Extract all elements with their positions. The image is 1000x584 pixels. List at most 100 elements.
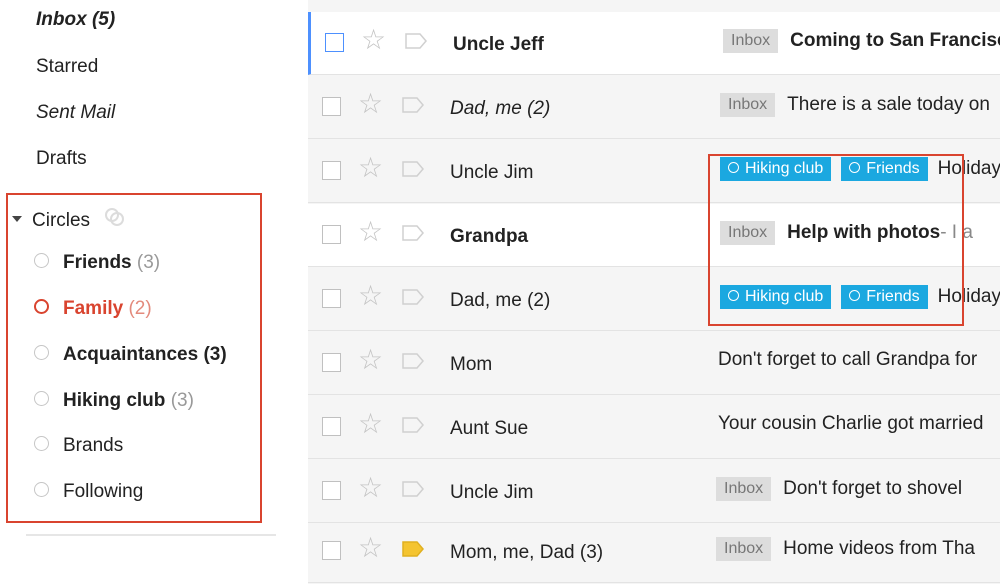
circle-count: (2)	[128, 298, 152, 319]
row-content: Your cousin Charlie got married	[718, 413, 983, 435]
importance-marker-icon[interactable]	[402, 97, 424, 118]
nav-inbox[interactable]: Inbox (5)	[36, 9, 115, 31]
row-content: Inbox Coming to San Francisco	[723, 29, 1000, 53]
circle-item-brands[interactable]: Brands	[34, 435, 123, 457]
sidebar-divider	[26, 534, 276, 536]
circle-ring-icon	[728, 290, 739, 302]
table-row[interactable]: ☆ Uncle Jim Inbox Don't forget to shovel	[308, 460, 1000, 523]
nav-inbox-label: Inbox	[36, 9, 87, 30]
row-checkbox[interactable]	[322, 225, 341, 244]
caret-down-icon[interactable]	[12, 216, 22, 222]
importance-marker-icon[interactable]	[402, 225, 424, 246]
circles-icon	[103, 205, 127, 235]
circles-header[interactable]: Circles	[12, 206, 127, 236]
importance-marker-icon[interactable]	[402, 417, 424, 438]
row-sender: Uncle Jeff	[453, 34, 544, 55]
inbox-badge: Inbox	[723, 29, 779, 53]
importance-marker-icon[interactable]	[405, 33, 427, 54]
star-icon[interactable]: ☆	[358, 410, 383, 438]
row-content: Hiking club Friends Holiday	[720, 157, 1000, 181]
nav-starred[interactable]: Starred	[36, 56, 98, 78]
row-content: Don't forget to call Grandpa for	[718, 349, 977, 371]
row-sender: Aunt Sue	[450, 418, 529, 439]
table-row[interactable]: ☆ Uncle Jeff Inbox Coming to San Francis…	[308, 12, 1000, 75]
importance-marker-icon[interactable]	[402, 289, 424, 310]
circle-count: (3)	[136, 252, 161, 273]
circle-item-family[interactable]: Family (2)	[34, 298, 152, 320]
circle-item-friends[interactable]: Friends (3)	[34, 252, 160, 274]
row-content: Hiking club Friends Holiday	[720, 285, 1000, 309]
importance-marker-icon[interactable]	[402, 161, 424, 182]
mail-list: ☆ Uncle Jeff Inbox Coming to San Francis…	[308, 0, 1000, 584]
star-icon[interactable]: ☆	[358, 154, 383, 182]
circle-badge-hiking-club[interactable]: Hiking club	[720, 157, 832, 181]
row-sender: Uncle Jim	[450, 482, 534, 503]
circle-badge-friends[interactable]: Friends	[841, 157, 928, 181]
circle-badge-label: Hiking club	[745, 160, 824, 177]
circle-ring-icon	[34, 436, 49, 452]
circle-count: (3)	[170, 390, 194, 411]
table-row[interactable]: ☆ Aunt Sue Your cousin Charlie got marri…	[308, 396, 1000, 459]
circle-item-following[interactable]: Following	[34, 481, 143, 503]
table-row[interactable]: ☆ Mom, me, Dad (3) Inbox Home videos fro…	[308, 520, 1000, 583]
row-checkbox[interactable]	[322, 161, 341, 180]
nav-drafts[interactable]: Drafts	[36, 148, 87, 170]
star-icon[interactable]: ☆	[358, 282, 383, 310]
circle-badge-friends[interactable]: Friends	[841, 285, 928, 309]
row-content: Inbox Home videos from Tha	[716, 537, 975, 561]
row-checkbox[interactable]	[322, 353, 341, 372]
row-checkbox[interactable]	[322, 289, 341, 308]
row-content: Inbox Don't forget to shovel	[716, 477, 962, 501]
importance-marker-icon[interactable]	[402, 541, 424, 562]
row-checkbox[interactable]	[322, 481, 341, 500]
row-checkbox[interactable]	[322, 541, 341, 560]
circle-ring-icon	[34, 482, 49, 498]
star-icon[interactable]: ☆	[358, 218, 383, 246]
row-content: Inbox Help with photos - I a	[720, 221, 973, 245]
row-checkbox[interactable]	[322, 417, 341, 436]
importance-marker-icon[interactable]	[402, 481, 424, 502]
inbox-badge: Inbox	[716, 537, 772, 561]
importance-marker-icon[interactable]	[402, 353, 424, 374]
circle-name: Hiking club	[63, 390, 166, 411]
inbox-badge: Inbox	[716, 477, 772, 501]
table-row[interactable]: ☆ Dad, me (2) Hiking club Friends Holida…	[308, 268, 1000, 331]
row-snippet: Home videos from Tha	[783, 538, 975, 559]
table-row[interactable]: ☆ Grandpa Inbox Help with photos - I a	[308, 204, 1000, 267]
circle-item-hiking-club[interactable]: Hiking club (3)	[34, 390, 194, 412]
row-sender: Uncle Jim	[450, 162, 534, 183]
inbox-badge: Inbox	[720, 221, 776, 245]
row-sender: Mom, me, Dad (3)	[450, 542, 604, 563]
row-subject: Coming to San Francisco	[790, 30, 1000, 51]
row-snippet: - I a	[940, 222, 973, 243]
row-sender: Grandpa	[450, 226, 529, 247]
star-icon[interactable]: ☆	[358, 534, 383, 562]
nav-sent-mail[interactable]: Sent Mail	[36, 102, 115, 124]
table-row[interactable]: ☆ Mom Don't forget to call Grandpa for	[308, 332, 1000, 395]
circle-badge-hiking-club[interactable]: Hiking club	[720, 285, 832, 309]
row-sender: Mom	[450, 354, 493, 375]
row-sender: Dad, me (2)	[450, 290, 551, 311]
nav-inbox-count: (5)	[91, 9, 116, 30]
row-sender: Dad, me (2)	[450, 98, 551, 119]
row-checkbox[interactable]	[325, 33, 344, 52]
row-snippet: There is a sale today on	[787, 94, 990, 115]
star-icon[interactable]: ☆	[358, 346, 383, 374]
circle-ring-icon	[728, 162, 739, 174]
sidebar: Inbox (5) Starred Sent Mail Drafts Circl…	[0, 0, 290, 584]
table-row[interactable]: ☆ Dad, me (2) Inbox There is a sale toda…	[308, 76, 1000, 139]
star-icon[interactable]: ☆	[358, 90, 383, 118]
circles-header-label: Circles	[32, 210, 91, 232]
row-snippet: Your cousin Charlie got married	[718, 413, 984, 434]
circles-highlight-box: Circles Friends (3) Family (2) Acquainta…	[6, 193, 262, 523]
circle-ring-icon	[849, 290, 861, 302]
table-row[interactable]: ☆ Uncle Jim Hiking club Friends Holiday	[308, 140, 1000, 203]
circle-item-acquaintances[interactable]: Acquaintances (3)	[34, 344, 227, 366]
circle-name: Following	[63, 481, 144, 502]
row-checkbox[interactable]	[322, 97, 341, 116]
star-icon[interactable]: ☆	[361, 26, 386, 54]
row-snippet: Holiday	[937, 158, 1000, 179]
row-snippet: Holiday	[937, 286, 1000, 307]
row-subject: Help with photos	[787, 222, 941, 243]
star-icon[interactable]: ☆	[358, 474, 383, 502]
